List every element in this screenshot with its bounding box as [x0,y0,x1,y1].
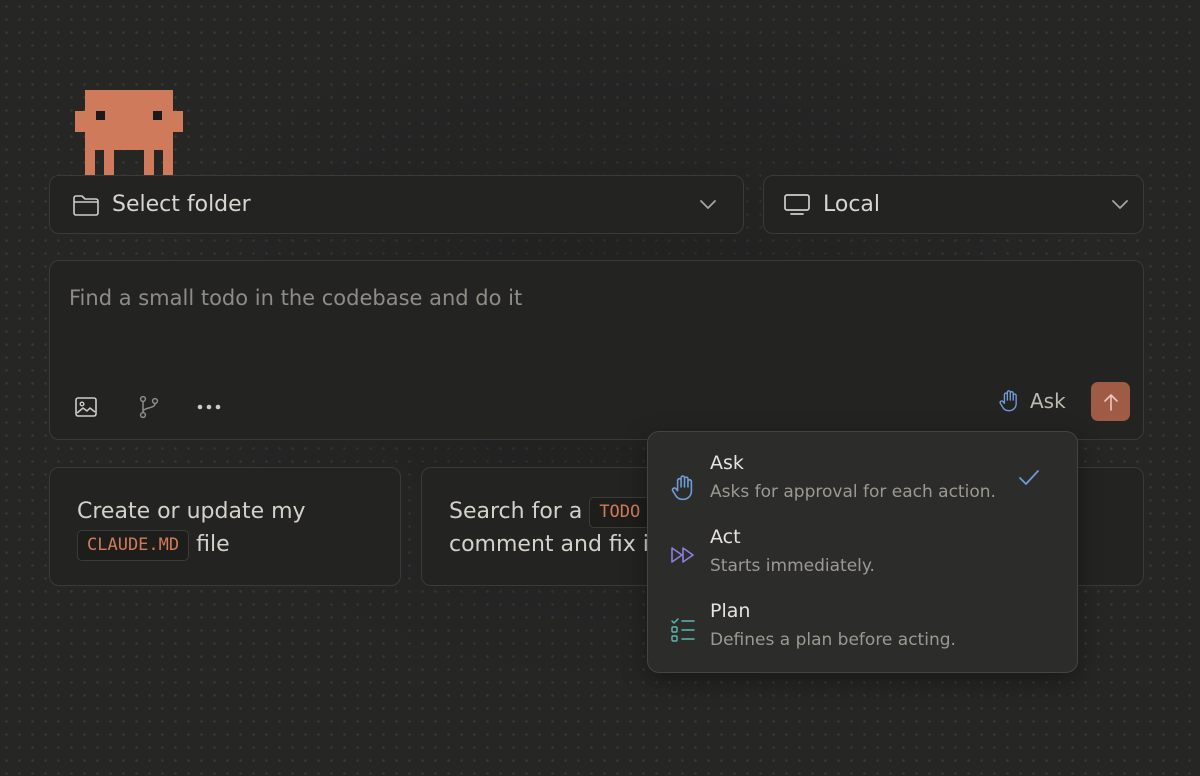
suggestion-text: Create or update my CLAUDE.MD file [77,495,306,561]
mode-option-description: Asks for approval for each action. [710,482,996,502]
mode-selector-label: Ask [1030,389,1066,413]
chevron-down-icon [1112,200,1128,209]
mode-dropdown-menu: Ask Asks for approval for each action. A… [647,431,1078,673]
mode-option-description: Defines a plan before acting. [710,630,956,650]
send-button[interactable] [1091,382,1130,421]
folder-select[interactable]: Select folder [49,175,744,234]
branch-button[interactable] [129,387,169,427]
fast-forward-icon [671,547,694,563]
more-options-button[interactable] [189,387,229,427]
checklist-icon [671,618,695,642]
environment-select[interactable]: Local [763,175,1144,234]
mode-option-title: Act [710,526,741,548]
folder-select-label: Select folder [112,192,251,217]
prompt-box[interactable]: Find a small todo in the codebase and do… [49,260,1144,440]
monitor-icon [784,193,810,215]
mode-option-description: Starts immediately. [710,556,875,576]
suggestion-text-end: file [196,532,230,557]
mode-selector-button[interactable]: Ask [998,384,1066,418]
suggestion-text-end: comment and fix it [449,532,658,557]
prompt-input[interactable]: Find a small todo in the codebase and do… [69,286,522,310]
more-icon [197,404,221,410]
suggestion-card-claude-md[interactable]: Create or update my CLAUDE.MD file [49,467,401,586]
arrow-up-icon [1103,393,1118,411]
chevron-down-icon [700,200,716,209]
image-icon [75,397,97,417]
code-chip: TODO [589,496,651,528]
environment-select-label: Local [823,192,881,217]
hand-icon [999,390,1017,412]
pixel-mascot-icon [75,90,183,175]
folder-icon [73,194,99,216]
hand-icon [671,475,693,501]
mode-option-plan[interactable]: Plan Defines a plan before acting. [648,600,1077,670]
mode-option-title: Ask [710,452,744,474]
suggestion-text: Search for a TODO comment and fix it [449,495,658,561]
suggestion-text-start: Search for a [449,499,583,524]
mode-option-ask[interactable]: Ask Asks for approval for each action. [648,452,1077,522]
branch-icon [139,395,159,419]
code-chip: CLAUDE.MD [77,529,190,561]
mode-option-act[interactable]: Act Starts immediately. [648,526,1077,596]
attach-image-button[interactable] [66,387,106,427]
check-icon [1019,470,1039,485]
suggestion-text-start: Create or update my [77,499,306,524]
mode-option-title: Plan [710,600,751,622]
